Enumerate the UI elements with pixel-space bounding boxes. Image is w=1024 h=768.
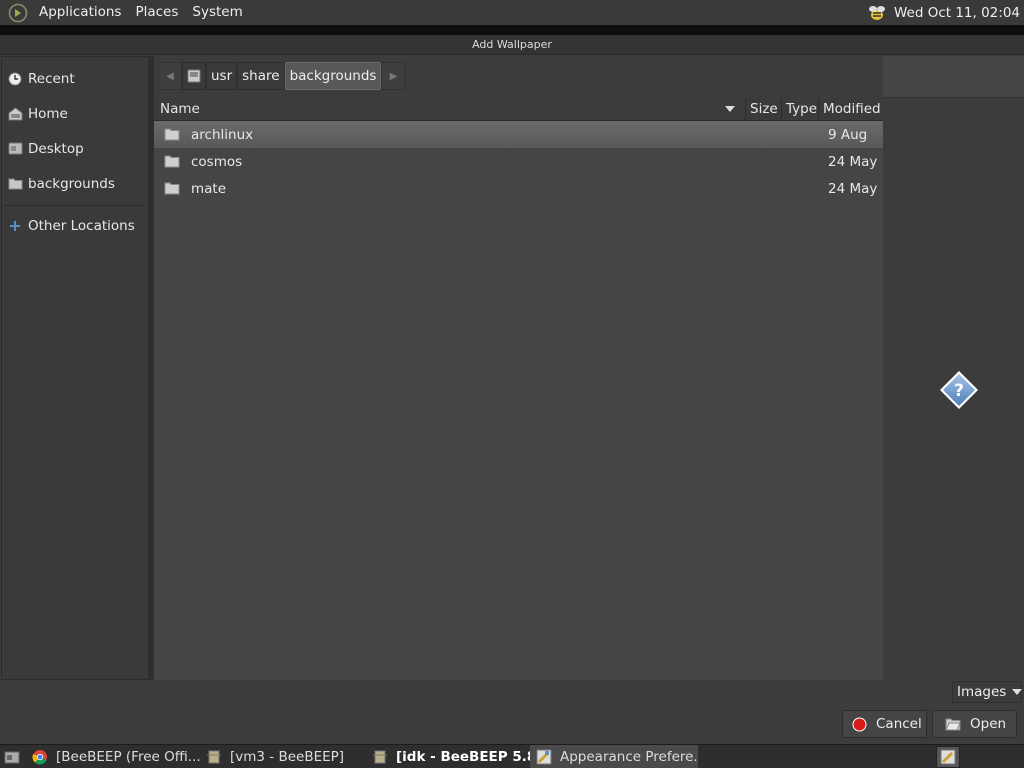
beebeep-tray-icon[interactable] (866, 2, 888, 24)
window-icon (206, 749, 222, 765)
drive-icon (186, 68, 202, 84)
sidebar-item-desktop[interactable]: Desktop (2, 131, 148, 166)
folder-icon (164, 127, 180, 141)
file-modified: 9 Aug (828, 126, 868, 143)
sort-down-icon (725, 106, 735, 112)
folder-icon (164, 154, 180, 168)
chrome-icon (32, 749, 48, 765)
mate-logo-icon[interactable] (6, 1, 30, 25)
taskbar-item-label: [vm3 - BeeBEEP] (230, 748, 345, 765)
clock-icon (7, 71, 23, 87)
path-bar: ◀ usr share backgrounds ▶ (158, 62, 406, 90)
preview-pane: ? (883, 56, 1024, 680)
column-size[interactable]: Size (746, 98, 782, 120)
path-scroll-right-button[interactable]: ▶ (381, 62, 406, 90)
taskbar-item-label: [BeeBEEP (Free Offi... (56, 748, 200, 765)
cancel-icon (851, 716, 867, 732)
workspace-1[interactable] (936, 745, 960, 768)
help-icon: ? (939, 370, 979, 410)
folder-icon (164, 181, 180, 195)
file-name: cosmos (191, 153, 243, 170)
panel-gap (0, 25, 1024, 35)
sidebar-item-backgrounds[interactable]: backgrounds (2, 166, 148, 201)
path-crumb-usr[interactable]: usr (206, 62, 238, 90)
cancel-button[interactable]: Cancel (842, 710, 927, 738)
dialog-title[interactable]: Add Wallpaper (0, 35, 1024, 55)
sidebar-item-recent[interactable]: Recent (2, 61, 148, 96)
file-modified: 24 May (828, 180, 878, 197)
open-folder-icon (945, 716, 961, 732)
top-panel: Applications Places System Wed Oct 11, 0… (0, 0, 1024, 25)
file-modified: 24 May (828, 153, 878, 170)
path-root-button[interactable] (182, 62, 206, 90)
system-menu[interactable]: System (185, 0, 249, 25)
file-list: Name Size Type Modified archlinux 9 Aug … (154, 98, 883, 680)
taskbar-item-idk[interactable]: [idk - BeeBEEP 5.8.6] (366, 745, 530, 768)
list-header: Name Size Type Modified (154, 98, 883, 121)
open-label: Open (970, 716, 1007, 732)
desktop-icon (7, 141, 23, 157)
file-row[interactable]: cosmos 24 May (154, 148, 883, 175)
file-row[interactable]: mate 24 May (154, 175, 883, 202)
plus-icon (7, 218, 23, 234)
path-scroll-left-button[interactable]: ◀ (158, 62, 182, 90)
path-crumb-backgrounds[interactable]: backgrounds (284, 62, 382, 90)
column-modified[interactable]: Modified (819, 98, 883, 120)
chevron-down-icon (1012, 689, 1023, 695)
sidebar-item-label: Desktop (28, 140, 84, 157)
taskbar-item-label: Appearance Prefere... (560, 748, 698, 765)
clock[interactable]: Wed Oct 11, 02:04 (894, 5, 1020, 21)
location-bar-area (883, 56, 1024, 98)
applications-menu[interactable]: Applications (32, 0, 128, 25)
taskbar-item-vm3[interactable]: [vm3 - BeeBEEP] (200, 745, 366, 768)
sidebar-item-label: Home (28, 105, 68, 122)
places-menu[interactable]: Places (128, 0, 185, 25)
path-crumb-share[interactable]: share (237, 62, 285, 90)
file-filter-dropdown[interactable]: Images (952, 681, 1023, 703)
sidebar-item-label: Recent (28, 70, 75, 87)
appearance-icon (536, 749, 552, 765)
file-name: archlinux (191, 126, 254, 143)
sidebar-item-label: backgrounds (28, 175, 115, 192)
sidebar-separator (4, 205, 146, 206)
home-icon (7, 106, 23, 122)
cancel-label: Cancel (876, 716, 922, 732)
taskbar-item-appearance[interactable]: Appearance Prefere... (530, 744, 698, 768)
bottom-panel: [BeeBEEP (Free Offi... [vm3 - BeeBEEP] [… (0, 744, 1024, 768)
sidebar-item-label: Other Locations (28, 217, 135, 234)
sidebar-item-other-locations[interactable]: Other Locations (2, 208, 148, 243)
show-desktop-button[interactable] (0, 745, 30, 768)
show-desktop-icon (4, 749, 20, 765)
folder-icon (7, 176, 23, 192)
svg-text:?: ? (954, 381, 964, 401)
file-row[interactable]: archlinux 9 Aug (154, 121, 883, 148)
filter-label: Images (957, 684, 1007, 700)
places-sidebar: Recent Home Desktop backgrounds Other Lo… (1, 56, 149, 680)
file-name: mate (191, 180, 227, 197)
taskbar-item-beebeep-free[interactable]: [BeeBEEP (Free Offi... (30, 745, 200, 768)
column-name[interactable]: Name (154, 98, 746, 120)
taskbar-item-label: [idk - BeeBEEP 5.8.6] (396, 748, 530, 765)
column-type[interactable]: Type (782, 98, 819, 120)
window-icon (372, 749, 388, 765)
column-name-label: Name (160, 101, 200, 117)
open-button[interactable]: Open (932, 710, 1017, 738)
workspace-switcher[interactable] (936, 745, 960, 768)
sidebar-item-home[interactable]: Home (2, 96, 148, 131)
